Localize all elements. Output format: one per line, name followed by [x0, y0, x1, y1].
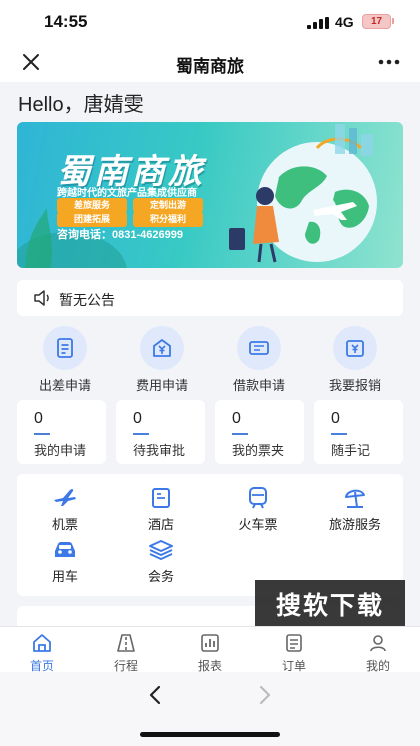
user-icon	[370, 635, 386, 652]
page-title: 蜀南商旅	[176, 57, 244, 76]
quick-action-trip-request[interactable]: 出差申请	[17, 320, 113, 398]
quick-action-reimburse[interactable]: 我要报销	[307, 320, 403, 398]
stat-notes[interactable]: 0 随手记	[314, 400, 403, 464]
quick-action-label: 费用申请	[135, 378, 188, 393]
forward-arrow-icon[interactable]	[256, 684, 274, 706]
watermark-overlay: 搜软下载	[255, 580, 405, 632]
hotel-icon	[152, 488, 170, 508]
stat-underline	[232, 433, 248, 435]
stat-my-requests[interactable]: 0 我的申请	[17, 400, 106, 464]
bar-chart-icon	[201, 634, 219, 652]
banner-phone: 咨询电话：0831-4626999	[57, 229, 183, 241]
battery-icon: 17	[362, 14, 391, 29]
reimburse-icon	[346, 340, 364, 357]
banner-tag: 积分福利	[133, 212, 203, 227]
service-label: 机票	[51, 517, 78, 532]
services-panel: 机票 酒店 火车票 旅游服务 用车 会务	[17, 474, 403, 596]
home-icon	[33, 634, 51, 652]
stat-underline	[331, 433, 347, 435]
stat-underline	[34, 433, 50, 435]
quick-action-label: 我要报销	[328, 378, 381, 393]
car-icon	[55, 542, 75, 557]
service-label: 旅游服务	[328, 517, 381, 532]
stat-value: 0	[232, 410, 241, 427]
service-hotel[interactable]: 酒店	[113, 486, 209, 536]
promo-banner[interactable]: 蜀南商旅 跨越时代的文旅产品集成供应商 差旅服务 定制出游 团建拓展 积分福利 …	[17, 122, 403, 268]
document-icon	[57, 338, 73, 358]
quick-actions: 出差申请 费用申请 借款申请 我要报销	[17, 320, 403, 398]
tab-profile[interactable]: 我的	[336, 631, 420, 673]
airplane-icon	[54, 489, 76, 506]
quick-action-expense-request[interactable]: 费用申请	[114, 320, 210, 398]
money-bill-icon	[249, 341, 269, 355]
status-time: 14:55	[44, 12, 88, 31]
service-flight[interactable]: 机票	[17, 486, 113, 536]
quick-action-label: 出差申请	[38, 378, 91, 393]
stat-value: 0	[34, 410, 43, 427]
quick-action-loan-request[interactable]: 借款申请	[211, 320, 307, 398]
service-label: 酒店	[147, 517, 174, 532]
stat-label: 随手记	[331, 443, 371, 458]
service-label: 会务	[147, 569, 174, 584]
banner-subtitle: 跨越时代的文旅产品集成供应商	[57, 188, 197, 199]
signal-icon	[307, 17, 329, 29]
service-meeting[interactable]: 会务	[113, 538, 209, 588]
browser-toolbar	[0, 672, 420, 746]
tab-orders[interactable]: 订单	[252, 631, 336, 673]
tab-reports[interactable]: 报表	[168, 631, 252, 673]
battery-tip	[392, 18, 394, 24]
train-icon	[249, 487, 267, 509]
service-label: 火车票	[238, 517, 278, 532]
banner-tag: 团建拓展	[57, 212, 127, 227]
bottom-tab-bar: 首页 行程 报表 订单 我的	[0, 626, 420, 673]
service-car[interactable]: 用车	[17, 538, 113, 588]
speaker-icon	[34, 290, 49, 306]
home-indicator	[140, 732, 280, 737]
status-bar: 14:55 4G 17	[0, 0, 420, 44]
beach-umbrella-icon	[345, 489, 365, 508]
stat-value: 0	[331, 410, 340, 427]
more-icon[interactable]	[376, 51, 402, 73]
tab-itinerary[interactable]: 行程	[84, 631, 168, 673]
network-type: 4G	[335, 14, 354, 30]
stat-label: 待我审批	[133, 443, 186, 458]
notice-bar[interactable]: 暂无公告	[17, 280, 403, 316]
notice-text: 暂无公告	[59, 292, 115, 308]
quick-action-label: 借款申请	[232, 378, 285, 393]
banner-tag: 差旅服务	[57, 198, 127, 213]
stat-ticket-folder[interactable]: 0 我的票夹	[215, 400, 304, 464]
yuan-house-icon	[153, 339, 171, 357]
service-train[interactable]: 火车票	[210, 486, 306, 536]
banner-tag: 定制出游	[133, 198, 203, 213]
stat-label: 我的票夹	[232, 443, 285, 458]
tab-home[interactable]: 首页	[0, 631, 84, 673]
layers-icon	[149, 540, 173, 560]
service-label: 用车	[51, 569, 78, 584]
back-arrow-icon[interactable]	[146, 684, 164, 706]
list-icon	[286, 634, 302, 652]
nav-bar: 蜀南商旅	[0, 44, 420, 82]
road-icon	[117, 634, 135, 652]
service-tourism[interactable]: 旅游服务	[307, 486, 403, 536]
stat-label: 我的申请	[34, 443, 87, 458]
stat-value: 0	[133, 410, 142, 427]
stat-pending-approval[interactable]: 0 待我审批	[116, 400, 205, 464]
stat-underline	[133, 433, 149, 435]
greeting-text: Hello，唐婧雯	[18, 94, 144, 116]
